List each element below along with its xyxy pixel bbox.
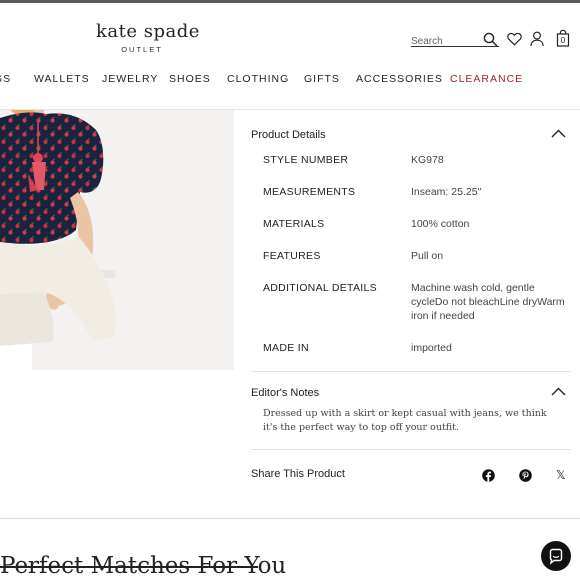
bag-count: 0 xyxy=(560,36,566,45)
chat-button[interactable] xyxy=(541,541,571,571)
editors-notes-title[interactable]: Editor's Notes xyxy=(251,387,319,399)
facebook-icon[interactable] xyxy=(482,469,495,482)
product-image[interactable] xyxy=(0,110,234,370)
chat-icon xyxy=(549,548,563,565)
nav-item-clearance[interactable]: CLEARANCE xyxy=(450,73,523,85)
user-icon[interactable] xyxy=(530,31,544,47)
title-underline xyxy=(0,566,258,568)
model-illustration xyxy=(0,110,234,370)
spec-value: Machine wash cold, gentle cycleDo not bl… xyxy=(411,282,565,322)
nav-item-accessories[interactable]: ACCESSORIES xyxy=(356,73,443,85)
nav-item-clothing[interactable]: CLOTHING xyxy=(227,73,289,85)
spec-label: ADDITIONAL DETAILS xyxy=(263,282,377,294)
spec-value: Pull on xyxy=(411,250,444,262)
spec-label: MEASUREMENTS xyxy=(263,186,356,198)
chevron-up-icon[interactable] xyxy=(551,387,566,396)
brand-subtitle: OUTLET xyxy=(121,45,163,54)
product-details-title[interactable]: Product Details xyxy=(251,129,326,141)
nav-item-bags[interactable]: GS xyxy=(0,73,11,85)
spec-value: KG978 xyxy=(411,154,444,166)
nav-item-jewelry[interactable]: JEWELRY xyxy=(102,73,158,85)
spec-value: Inseam: 25.25" xyxy=(411,186,482,198)
editors-notes-text: Dressed up with a skirt or kept casual w… xyxy=(263,408,547,433)
nav-item-wallets[interactable]: WALLETS xyxy=(34,73,90,85)
share-label: Share This Product xyxy=(251,468,345,480)
x-icon[interactable]: 𝕏 xyxy=(556,468,566,482)
pinterest-icon[interactable] xyxy=(519,469,532,482)
nav-item-shoes[interactable]: SHOES xyxy=(169,73,211,85)
section-divider xyxy=(0,518,580,519)
main-nav: GS WALLETS JEWELRY SHOES CLOTHING GIFTS … xyxy=(0,73,580,89)
search-icon[interactable] xyxy=(483,32,498,47)
spec-label: FEATURES xyxy=(263,250,321,262)
divider xyxy=(251,371,571,372)
heart-icon[interactable] xyxy=(507,32,522,46)
spec-label: STYLE NUMBER xyxy=(263,154,349,166)
nav-item-gifts[interactable]: GIFTS xyxy=(304,73,340,85)
brand-name: kate spade xyxy=(96,21,200,42)
chevron-up-icon[interactable] xyxy=(551,129,566,138)
spec-value: 100% cotton xyxy=(411,218,470,230)
spec-label: MATERIALS xyxy=(263,218,325,230)
brand-logo[interactable]: kate spade OUTLET xyxy=(96,21,200,54)
spec-value: imported xyxy=(411,342,452,354)
divider xyxy=(251,449,571,450)
site-header: kate spade OUTLET 0 GS WALLETS JEWELRY S… xyxy=(0,3,580,110)
spec-label: MADE IN xyxy=(263,342,309,354)
search-input[interactable] xyxy=(411,35,481,47)
